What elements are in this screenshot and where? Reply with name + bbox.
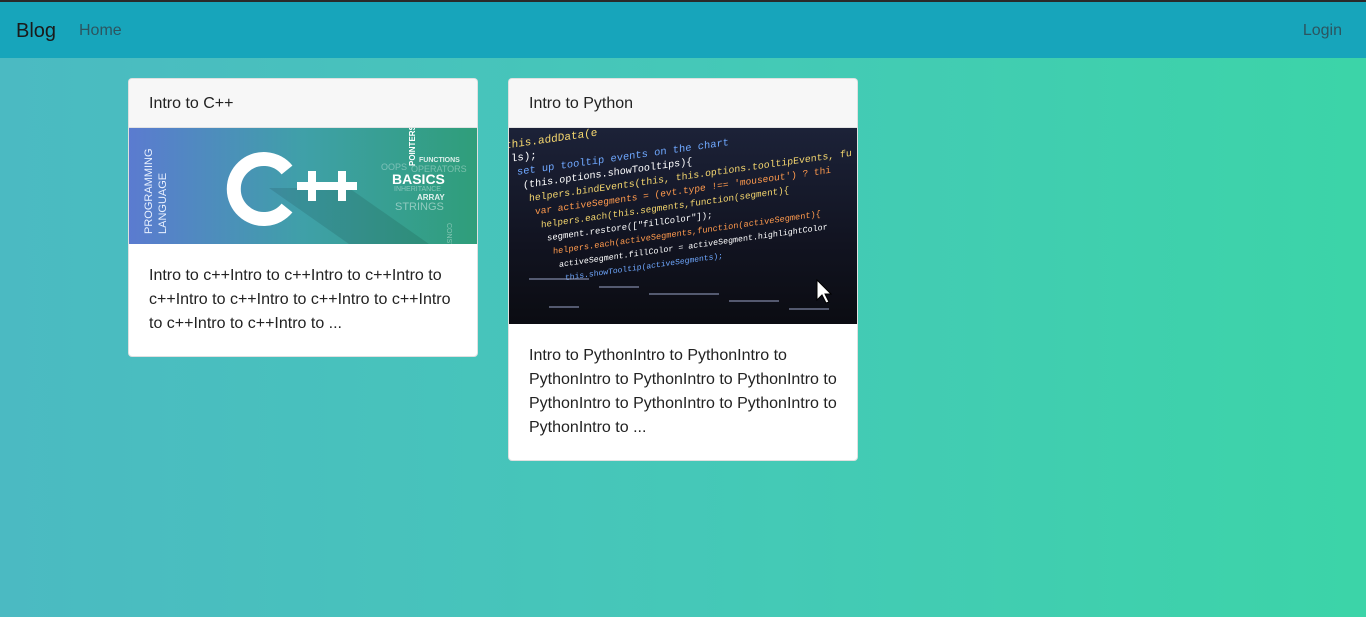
nav-login-link[interactable]: Login [1303, 22, 1342, 40]
post-card-python[interactable]: Intro to Python this.addData(e ls); set up… [508, 78, 858, 461]
post-excerpt: Intro to c++Intro to c++Intro to c++Intr… [149, 267, 451, 332]
brand-link[interactable]: Blog [16, 20, 56, 43]
nav-home-link[interactable]: Home [79, 22, 122, 40]
cpp-word-strings: STRINGS [395, 201, 444, 213]
navbar: Blog Home Login [0, 0, 1366, 58]
post-card-cpp[interactable]: Intro to C++ PROGRAMMING LANGUAGE OOPS F… [128, 78, 478, 357]
cpp-word-basics: BASICS [392, 171, 445, 187]
cpp-word-pointers: POINTERS [408, 128, 417, 166]
cpp-side-text-1: PROGRAMMING [143, 148, 155, 234]
post-title[interactable]: Intro to Python [509, 79, 857, 128]
cpp-side-text-2: LANGUAGE [157, 173, 169, 234]
post-excerpt: Intro to PythonIntro to PythonIntro to P… [529, 347, 837, 436]
cpp-word-functions: FUNCTIONS [419, 157, 460, 164]
cpp-word-constructors: CONSTRUCTORS [445, 223, 452, 244]
post-title[interactable]: Intro to C++ [129, 79, 477, 128]
post-image-cpp[interactable]: PROGRAMMING LANGUAGE OOPS FUNCTIONS OPER… [129, 128, 477, 244]
post-image-python[interactable]: this.addData(e ls); set up tooltip events … [509, 128, 857, 324]
cpp-word-inheritance: INHERITANCE [394, 186, 441, 193]
